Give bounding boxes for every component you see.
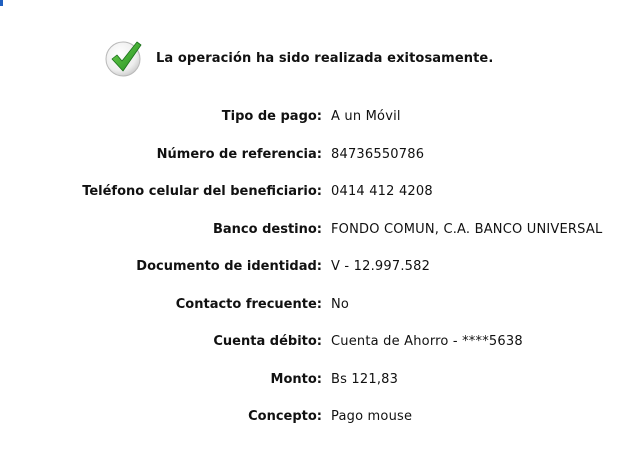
detail-value: FONDO COMUN, C.A. BANCO UNIVERSAL xyxy=(331,221,603,237)
detail-value: 84736550786 xyxy=(331,146,425,162)
detail-label: Banco destino: xyxy=(212,221,322,237)
detail-value: Cuenta de Ahorro - ****5638 xyxy=(331,334,523,350)
detail-label: Número de referencia: xyxy=(156,146,322,162)
checkmark-icon xyxy=(105,41,142,77)
detail-row-amount: Monto: Bs 121,83 xyxy=(0,361,636,399)
detail-value: V - 12.997.582 xyxy=(331,259,431,275)
detail-label: Contacto frecuente: xyxy=(175,296,322,312)
corner-mark xyxy=(0,0,3,6)
detail-label: Monto: xyxy=(270,371,322,387)
detail-row-concept: Concepto: Pago mouse xyxy=(0,398,636,436)
detail-value: No xyxy=(331,296,350,312)
detail-row-identity-document: Documento de identidad: V - 12.997.582 xyxy=(0,248,636,286)
detail-value: A un Móvil xyxy=(331,109,401,125)
detail-value: Bs 121,83 xyxy=(331,371,399,387)
detail-label: Teléfono celular del beneficiario: xyxy=(82,184,322,200)
detail-label: Documento de identidad: xyxy=(136,259,322,275)
success-banner: La operación ha sido realizada exitosame… xyxy=(104,38,493,78)
detail-value: Pago mouse xyxy=(331,409,413,425)
success-message: La operación ha sido realizada exitosame… xyxy=(156,50,494,66)
detail-row-beneficiary-phone: Teléfono celular del beneficiario: 0414 … xyxy=(0,173,636,211)
transaction-details: Tipo de pago: A un Móvil Número de refer… xyxy=(0,98,636,436)
detail-row-destination-bank: Banco destino: FONDO COMUN, C.A. BANCO U… xyxy=(0,211,636,249)
detail-row-debit-account: Cuenta débito: Cuenta de Ahorro - ****56… xyxy=(0,323,636,361)
detail-value: 0414 412 4208 xyxy=(331,184,433,200)
detail-row-reference-number: Número de referencia: 84736550786 xyxy=(0,136,636,174)
detail-label: Tipo de pago: xyxy=(221,109,322,125)
detail-row-payment-type: Tipo de pago: A un Móvil xyxy=(0,98,636,136)
detail-label: Concepto: xyxy=(248,409,322,425)
detail-label: Cuenta débito: xyxy=(213,334,322,350)
detail-row-frequent-contact: Contacto frecuente: No xyxy=(0,286,636,324)
